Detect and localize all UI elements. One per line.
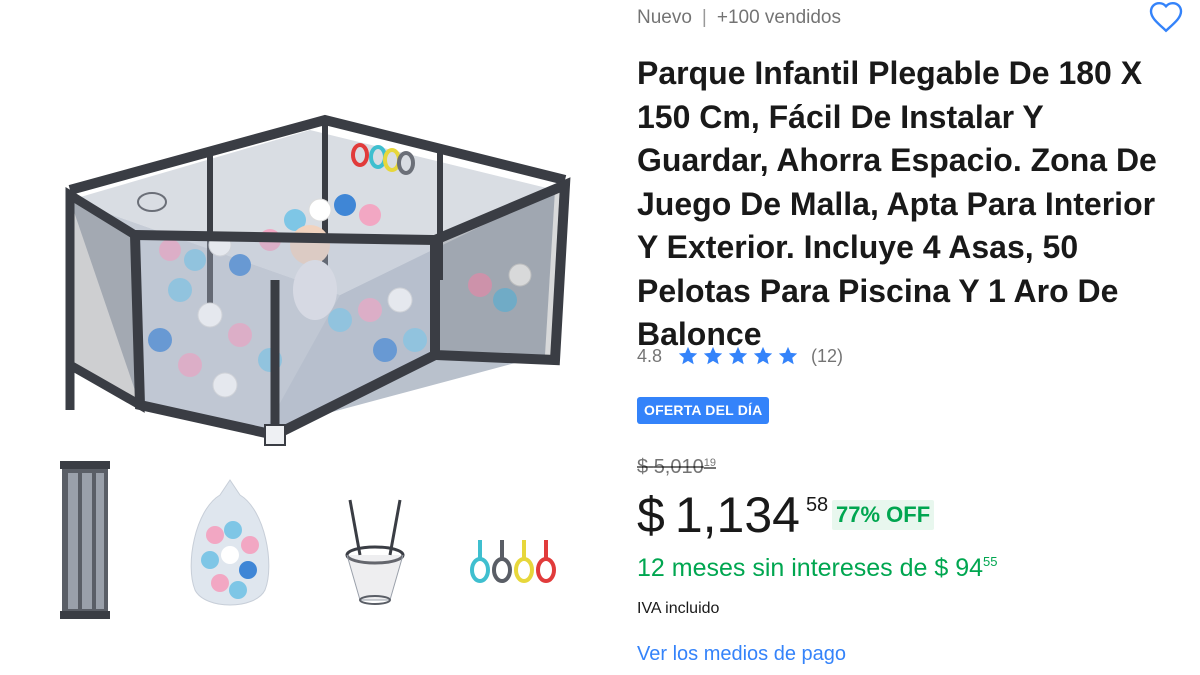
original-price-currency: $ <box>637 456 649 478</box>
price-amount: 1,134 <box>674 487 800 543</box>
rating-stars <box>676 345 801 367</box>
original-price-cents: 19 <box>703 457 716 469</box>
star-icon <box>728 346 748 365</box>
installments-text: 12 meses sin intereses de $ 94 <box>637 554 984 582</box>
star-icon <box>753 346 773 365</box>
rating-count: (12) <box>811 345 844 366</box>
original-price-amount: 5,010 <box>653 456 704 478</box>
product-subtitle: Nuevo | +100 vendidos <box>637 7 841 29</box>
deal-badge: OFERTA DEL DÍA <box>637 397 770 424</box>
rating-value: 4.8 <box>637 345 663 366</box>
discount-label: 77% OFF <box>832 500 935 530</box>
star-icon <box>678 346 698 365</box>
current-price: $ 1,134 58 <box>637 486 828 546</box>
star-icon <box>778 346 798 365</box>
thumbnail-basketball-hoop[interactable] <box>315 455 435 625</box>
thumbnail-ball-bag[interactable] <box>170 455 290 625</box>
price-currency: $ <box>637 487 665 543</box>
price-cents: 58 <box>805 494 829 516</box>
payment-methods-link[interactable]: Ver los medios de pago <box>637 643 846 666</box>
product-rating[interactable]: 4.8 (12) <box>637 343 843 369</box>
thumbnail-folded-frame[interactable] <box>40 455 160 625</box>
product-main-image[interactable] <box>40 110 580 470</box>
tax-note: IVA incluido <box>637 600 720 617</box>
star-icon <box>703 346 723 365</box>
heart-icon <box>1149 1 1183 33</box>
product-gallery <box>0 0 600 675</box>
installments-cents: 55 <box>983 554 998 569</box>
original-price: $ 5,01019 <box>637 456 716 479</box>
thumbnail-pull-rings[interactable] <box>460 455 580 625</box>
installments-info: 12 meses sin intereses de $ 9455 <box>637 554 998 583</box>
favorite-button[interactable] <box>1148 0 1184 36</box>
product-info: Nuevo | +100 vendidos Parque Infantil Pleg… <box>637 0 1184 675</box>
condition-label: Nuevo <box>637 7 692 28</box>
sold-count: +100 vendidos <box>716 7 841 28</box>
product-title: Parque Infantil Plegable De 180 X 150 Cm… <box>637 55 1157 352</box>
thumbnail-strip <box>40 455 600 630</box>
subtitle-separator: | <box>701 7 707 28</box>
